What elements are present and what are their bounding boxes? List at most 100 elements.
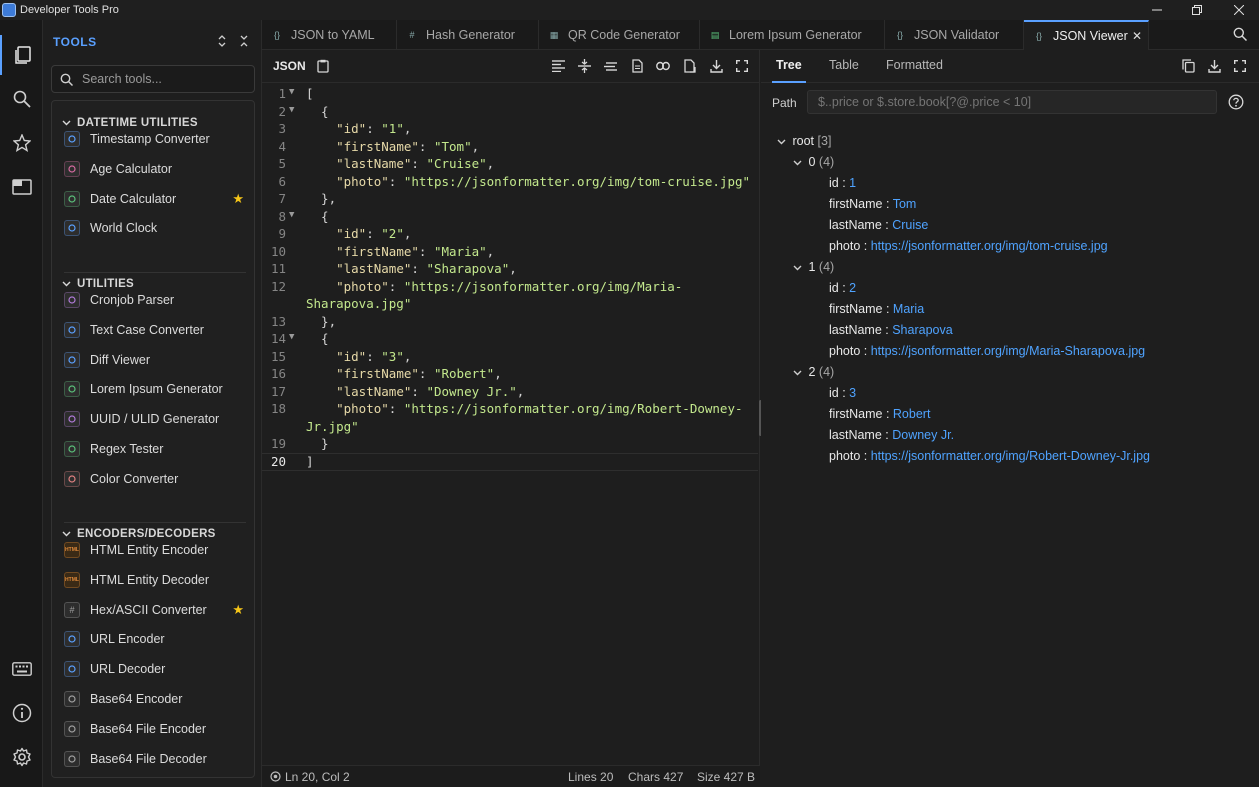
viewer-download-button[interactable]	[1206, 58, 1222, 74]
tool-search-input[interactable]	[82, 72, 242, 86]
tree-field[interactable]: firstName : Robert	[829, 407, 930, 421]
activity-tools-button[interactable]	[0, 35, 43, 75]
fold-arrow-icon[interactable]: ▼	[289, 332, 294, 342]
tab-label: JSON to YAML	[291, 28, 375, 42]
collapse-all-button[interactable]	[236, 33, 252, 49]
tree-field-value[interactable]: Maria	[893, 302, 924, 316]
tree-field[interactable]: id : 2	[829, 281, 856, 295]
activity-shortcuts-button[interactable]	[0, 649, 43, 689]
tree-array-item[interactable]: 0 (4)	[793, 155, 834, 169]
tool-item[interactable]: Base64 File Decoder	[52, 745, 254, 773]
restore-button[interactable]	[1177, 0, 1217, 20]
minimize-button[interactable]	[1137, 0, 1177, 20]
tool-item[interactable]: Lorem Ipsum Generator	[52, 375, 254, 403]
tree-field-value[interactable]: Tom	[893, 197, 917, 211]
close-tab-icon[interactable]: ✕	[1132, 29, 1142, 43]
tab-item[interactable]: ▦ QR Code Generator	[539, 20, 700, 50]
copy-button[interactable]	[1180, 58, 1196, 74]
tool-item[interactable]: # Hex/ASCII Converter ★	[52, 596, 254, 624]
open-file-button[interactable]	[682, 58, 698, 74]
tool-item[interactable]: Diff Viewer	[52, 346, 254, 374]
search-icon	[60, 72, 74, 86]
load-url-button[interactable]	[655, 58, 671, 74]
tool-item[interactable]: HTML HTML Entity Decoder	[52, 566, 254, 594]
fullscreen-viewer-button[interactable]	[1232, 58, 1248, 74]
palette-icon	[64, 470, 80, 487]
tab-label: Hash Generator	[426, 28, 515, 42]
line-number: 20	[270, 453, 286, 469]
viewer-tab-formatted[interactable]: Formatted	[886, 58, 943, 72]
fold-arrow-icon[interactable]: ▼	[289, 87, 294, 97]
tree-field-value[interactable]: 1	[849, 176, 856, 190]
activity-favorites-button[interactable]	[0, 123, 43, 163]
tree-field-value[interactable]: Sharapova	[892, 323, 952, 337]
close-window-button[interactable]	[1219, 0, 1259, 20]
minify-button[interactable]	[602, 58, 618, 74]
tree-field[interactable]: id : 1	[829, 176, 856, 190]
favorite-star-icon[interactable]: ★	[232, 602, 244, 618]
tree-field[interactable]: photo : https://jsonformatter.org/img/Ro…	[829, 449, 1150, 463]
tool-item[interactable]: URL Decoder	[52, 655, 254, 683]
tab-item[interactable]: {} JSON to YAML	[262, 20, 397, 50]
tool-item[interactable]: UUID / ULID Generator	[52, 405, 254, 433]
tool-item[interactable]: Base64 File Encoder	[52, 715, 254, 743]
viewer-tab-table[interactable]: Table	[829, 58, 859, 72]
activity-settings-button[interactable]	[0, 737, 43, 777]
json-path-input[interactable]	[807, 90, 1217, 114]
tab-item[interactable]: {} JSON Validator	[885, 20, 1024, 50]
viewer-tab-tree[interactable]: Tree	[772, 58, 806, 83]
tree-field-value[interactable]: Cruise	[892, 218, 928, 232]
tool-item[interactable]: Regex Tester	[52, 435, 254, 463]
tool-item[interactable]: Age Calculator	[52, 155, 254, 183]
tool-item[interactable]: World Clock	[52, 214, 254, 242]
sample-data-button[interactable]	[629, 58, 645, 74]
tree-field-value[interactable]: https://jsonformatter.org/img/Maria-Shar…	[871, 344, 1145, 358]
tool-item[interactable]: URL Encoder	[52, 625, 254, 653]
tree-array-item[interactable]: 2 (4)	[793, 365, 834, 379]
tool-item[interactable]: Base64 Encoder	[52, 685, 254, 713]
tree-field-value[interactable]: 3	[849, 386, 856, 400]
tree-field-value[interactable]: Downey Jr.	[892, 428, 954, 442]
tab-item[interactable]: # Hash Generator	[397, 20, 539, 50]
paste-button[interactable]	[315, 58, 331, 74]
line-number: 14	[270, 331, 286, 346]
tree-field[interactable]: lastName : Downey Jr.	[829, 428, 954, 442]
activity-search-button[interactable]	[0, 79, 43, 119]
tree-field-value[interactable]: https://jsonformatter.org/img/Robert-Dow…	[871, 449, 1150, 463]
expand-all-button[interactable]	[214, 33, 230, 49]
tree-field[interactable]: firstName : Maria	[829, 302, 924, 316]
fullscreen-editor-button[interactable]	[734, 58, 750, 74]
tree-field[interactable]: photo : https://jsonformatter.org/img/Ma…	[829, 344, 1145, 358]
tab-item[interactable]: ▤ Lorem Ipsum Generator	[700, 20, 885, 50]
tool-search-box[interactable]	[51, 65, 255, 93]
global-search-button[interactable]	[1233, 27, 1249, 43]
tree-root-node[interactable]: root [3]	[777, 134, 831, 148]
tool-item[interactable]: HTML HTML Entity Encoder	[52, 536, 254, 564]
tree-field[interactable]: id : 3	[829, 386, 856, 400]
fold-arrow-icon[interactable]: ▼	[289, 105, 294, 115]
path-help-button[interactable]	[1228, 94, 1244, 110]
format-button[interactable]	[550, 58, 566, 74]
tool-item[interactable]: Text Case Converter	[52, 316, 254, 344]
tree-field-value[interactable]: https://jsonformatter.org/img/tom-cruise…	[871, 239, 1108, 253]
download-button[interactable]	[708, 58, 724, 74]
expand-compress-button[interactable]	[576, 58, 592, 74]
tab-item[interactable]: {} JSON Viewer ✕	[1024, 20, 1149, 50]
tree-field[interactable]: lastName : Sharapova	[829, 323, 953, 337]
tree-field-value[interactable]: 2	[849, 281, 856, 295]
tool-item[interactable]: Cronjob Parser	[52, 286, 254, 314]
code-area[interactable]: 1 ▼[2 ▼ {3 "id": "1", 4 "firstName": "Tom",…	[262, 86, 758, 486]
tree-array-item[interactable]: 1 (4)	[793, 260, 834, 274]
tool-item[interactable]: Color Converter	[52, 465, 254, 493]
fold-arrow-icon[interactable]: ▼	[289, 210, 294, 220]
tree-field[interactable]: lastName : Cruise	[829, 218, 928, 232]
favorite-star-icon[interactable]: ★	[232, 191, 244, 207]
tree-field[interactable]: firstName : Tom	[829, 197, 916, 211]
tool-item[interactable]: Timestamp Converter	[52, 125, 254, 153]
activity-workspace-button[interactable]	[0, 167, 43, 207]
tool-item[interactable]: Date Calculator ★	[52, 185, 254, 213]
tree-field-value[interactable]: Robert	[893, 407, 931, 421]
collapse-icon	[240, 35, 248, 47]
tree-field[interactable]: photo : https://jsonformatter.org/img/to…	[829, 239, 1108, 253]
activity-about-button[interactable]	[0, 693, 43, 733]
